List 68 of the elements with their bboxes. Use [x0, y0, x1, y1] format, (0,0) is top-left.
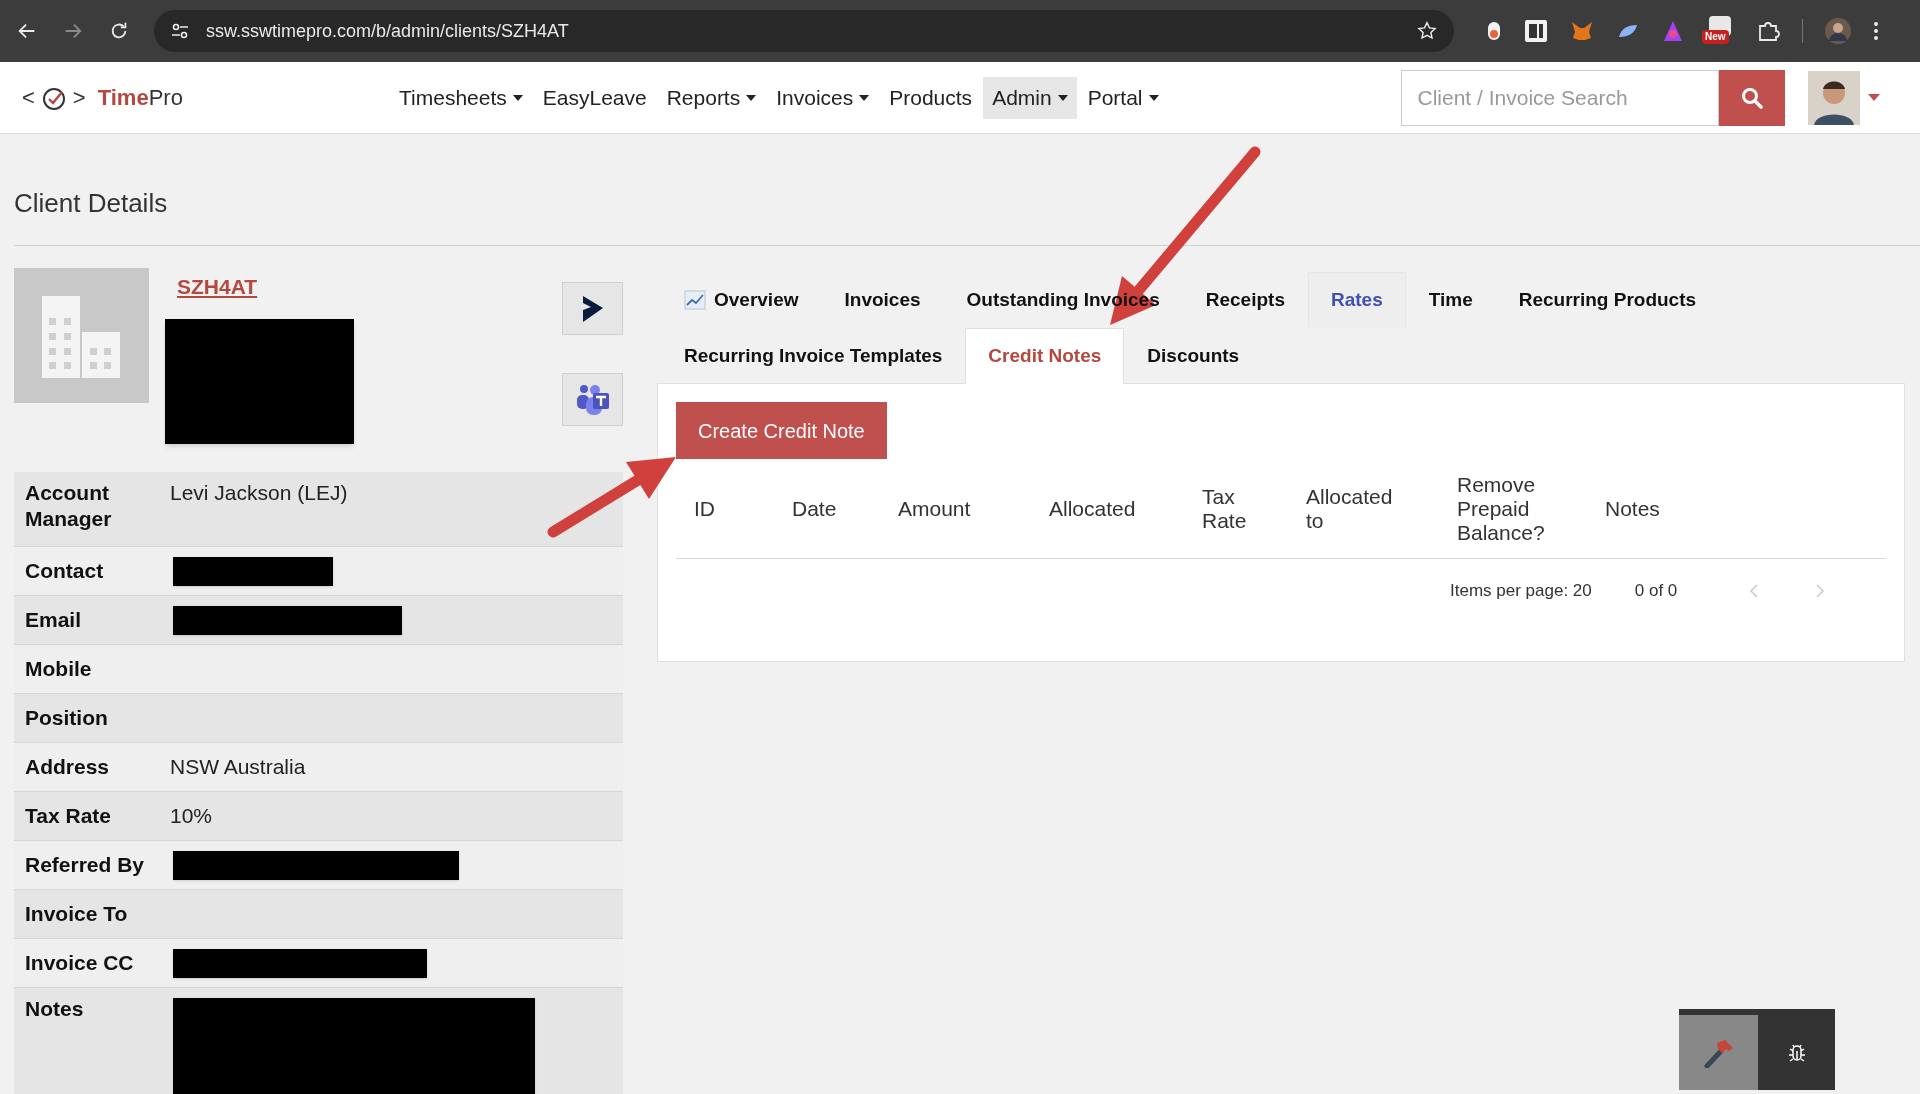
- field-label: Mobile: [25, 656, 93, 682]
- tab[interactable]: Receipts: [1182, 272, 1308, 328]
- teams-icon: [574, 383, 611, 416]
- hammer-icon: [1702, 1037, 1735, 1068]
- column-header: Tax Rate: [1202, 484, 1248, 533]
- user-avatar[interactable]: [1807, 70, 1860, 125]
- page-range-label: 0 of 0: [1634, 580, 1678, 603]
- tab[interactable]: Time: [1405, 272, 1496, 328]
- client-code-link[interactable]: SZH4AT: [177, 271, 258, 303]
- tab[interactable]: Credit Notes: [965, 328, 1125, 384]
- tab[interactable]: Invoices: [821, 272, 944, 328]
- puzzle-icon[interactable]: [1756, 19, 1780, 43]
- url-text: ssw.sswtimepro.com/b/admin/clients/SZH4AT: [206, 19, 570, 43]
- caret-icon[interactable]: [1867, 93, 1880, 102]
- field-label: Notes: [25, 996, 85, 1022]
- extension-icon[interactable]: [1486, 20, 1502, 42]
- menu-icon[interactable]: [1873, 20, 1879, 42]
- column-header: Date: [792, 496, 838, 521]
- page-title: Client Details: [14, 187, 168, 220]
- search-button[interactable]: [1718, 69, 1785, 126]
- column-header: Allocated to: [1306, 484, 1394, 533]
- field-value: NSW Australia: [170, 754, 306, 780]
- fox-icon[interactable]: [1570, 19, 1594, 43]
- nav-menu-item[interactable]: Reports: [657, 76, 766, 119]
- field-label: Tax Rate: [25, 803, 112, 829]
- field-label: Invoice To: [25, 901, 129, 927]
- tab[interactable]: Recurring Products: [1495, 272, 1720, 328]
- new-badge: New: [1702, 30, 1729, 44]
- star-icon[interactable]: [1416, 20, 1438, 42]
- tab[interactable]: Overview: [661, 272, 822, 328]
- building-icon: [41, 296, 122, 378]
- field-value: Levi Jackson (LEJ): [170, 480, 348, 506]
- timepro-logo[interactable]: < > TimePro: [22, 81, 362, 114]
- search-field[interactable]: Client / Invoice Search: [1400, 69, 1719, 126]
- extension-icon[interactable]: [1524, 19, 1548, 43]
- dynamics-button[interactable]: [562, 282, 623, 335]
- chart-icon: [684, 290, 706, 310]
- profile-avatar[interactable]: [1825, 18, 1851, 44]
- nav-menu-item[interactable]: Portal: [1078, 76, 1168, 119]
- field-label: Referred By: [25, 852, 146, 878]
- column-header: ID: [694, 496, 716, 521]
- search-icon: [1740, 86, 1763, 109]
- field-label: Account Manager: [25, 480, 113, 532]
- field-value: 10%: [170, 803, 213, 829]
- tab[interactable]: Rates: [1307, 272, 1406, 328]
- address-bar[interactable]: ssw.sswtimepro.com/b/admin/clients/SZH4AT: [154, 10, 1454, 52]
- play-arrow-icon: [580, 293, 605, 324]
- tab[interactable]: Recurring Invoice Templates: [661, 328, 966, 384]
- tab[interactable]: Discounts: [1124, 328, 1263, 384]
- bug-icon: [1786, 1042, 1807, 1063]
- items-per-page-label: Items per page: 20: [1450, 580, 1592, 603]
- column-header: Allocated: [1049, 496, 1137, 521]
- column-header: Amount: [898, 496, 972, 521]
- site-settings-icon: [170, 21, 190, 41]
- teams-button[interactable]: [562, 373, 623, 426]
- column-header: Notes: [1605, 496, 1661, 521]
- create-credit-note-button[interactable]: Create Credit Note: [676, 402, 887, 459]
- nav-menu-item[interactable]: Invoices: [767, 76, 879, 119]
- field-label: Position: [25, 705, 109, 731]
- column-header: Remove Prepaid Balance?: [1457, 472, 1546, 545]
- nav-menu-item[interactable]: Admin: [983, 76, 1077, 119]
- field-label: Email: [25, 607, 83, 633]
- nav-menu-item[interactable]: Products: [880, 76, 982, 119]
- nav-menu-item[interactable]: EasyLeave: [533, 76, 656, 119]
- field-label: Contact: [25, 558, 105, 584]
- field-label: Invoice CC: [25, 950, 135, 976]
- nav-menu-item[interactable]: Timesheets: [390, 76, 532, 119]
- field-label: Address: [25, 754, 111, 780]
